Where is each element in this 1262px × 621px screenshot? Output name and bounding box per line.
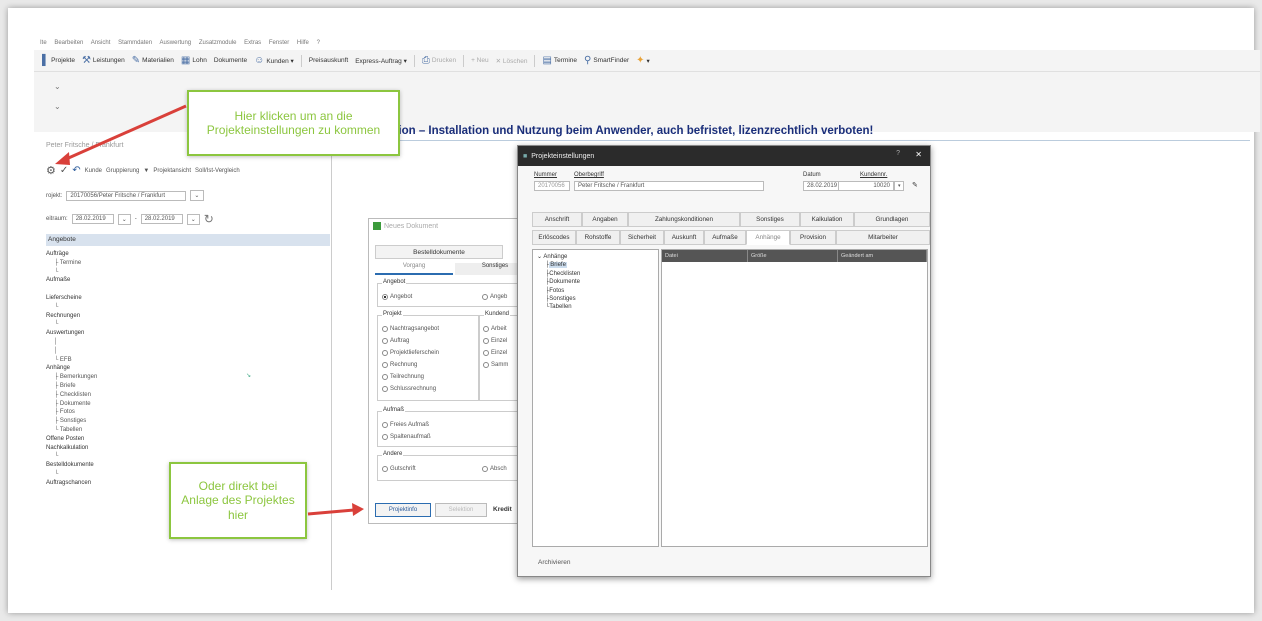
arrowhead <box>55 152 70 165</box>
annotation-arrows <box>55 104 364 516</box>
arrowhead <box>352 503 364 516</box>
arrow-to-projektinfo <box>307 508 355 516</box>
arrow-to-gear <box>63 104 187 162</box>
